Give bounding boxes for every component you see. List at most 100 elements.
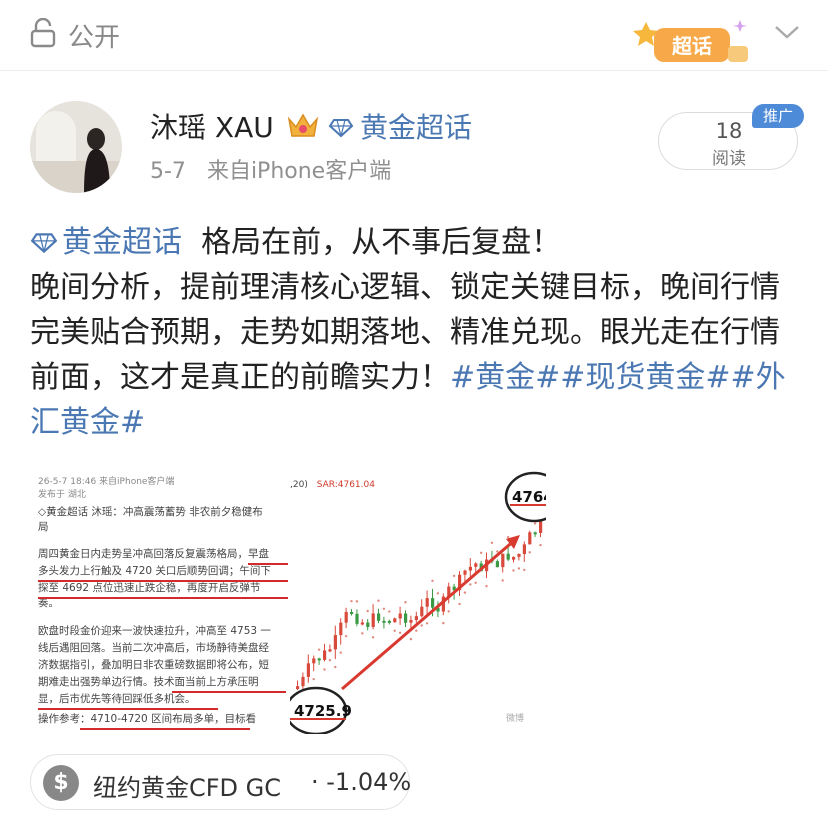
sar-dot [398, 631, 402, 635]
sar-dot [463, 591, 467, 594]
stock-name: 纽约黄金CFD GC [93, 774, 282, 802]
doc-line: 操作参考：4710-4720 区间布局多单，目标看 [38, 713, 257, 725]
sar-dot [415, 629, 418, 632]
sar-dot [485, 584, 488, 588]
username[interactable]: 沐瑶 XAU [150, 106, 274, 146]
candlestick-chart: 4764 4725.9 微博 [290, 471, 546, 734]
candle-body [512, 556, 516, 560]
doc-line: 线后遇阻回落。当前二次冲高后，市场静待美盘经 [38, 642, 269, 654]
candle-body [528, 532, 532, 545]
candle-body [539, 520, 543, 533]
candle-body [355, 613, 359, 624]
candle-body [420, 606, 424, 617]
sar-dot [490, 541, 494, 545]
doc-line: ◇黄金超话 沐瑶：冲高震荡蓄势 非农前夕稳健布 [38, 506, 263, 518]
sar-dot [334, 665, 337, 669]
sar-dot [496, 550, 499, 553]
sar-dot [312, 677, 315, 681]
header-topic-link[interactable]: 黄金超话 [360, 106, 472, 146]
candle-body [533, 532, 537, 535]
post-source: 来自iPhone客户端 [206, 159, 392, 184]
candle-body [425, 598, 429, 607]
diamond-icon [30, 233, 58, 254]
sar-dot [388, 610, 391, 613]
post-date: 5-7 [150, 159, 186, 184]
doc-line: 显，后市优先等待回踩低多机会。 [38, 693, 196, 705]
highlight-underline [38, 708, 218, 710]
candle-body [501, 553, 505, 568]
sar-dot [350, 599, 353, 603]
sar-dot [512, 569, 515, 572]
chevron-down-icon[interactable] [774, 22, 800, 42]
dollar-icon: $ [43, 765, 79, 801]
super-topic-badge-text: 超话 [671, 34, 712, 58]
sar-dot [436, 592, 440, 595]
candle-body [522, 544, 526, 554]
sar-dot [323, 668, 326, 671]
candle-body [404, 613, 408, 623]
doc-line: 多头发力上行触及 4720 关口后顺势回调；午间下 [38, 565, 271, 577]
highlight-underline [38, 580, 288, 582]
highlight-underline [248, 563, 288, 565]
post-image-document[interactable]: 26-5-7 18:46 来自iPhone客户端 发布于 湖北 ◇黄金超话 沐瑶… [30, 467, 290, 734]
candle-body [312, 658, 316, 664]
candle-body [431, 598, 435, 608]
candle-body [474, 563, 478, 567]
post-body: 黄金超话 格局在前，从不事后复盘！ 晚间分析，提前理清核心逻辑、锁定关键目标，晚… [30, 220, 805, 445]
sar-dot [431, 579, 434, 583]
candle-body [360, 622, 364, 625]
stock-change: · -1.04% [311, 768, 412, 796]
sar-dot [474, 581, 477, 584]
sar-dot [344, 634, 348, 638]
sar-dot [517, 567, 521, 570]
candle-body [323, 650, 327, 660]
lock-icon [30, 18, 56, 48]
candle-body [328, 649, 332, 652]
sar-dot [479, 551, 483, 554]
sar-dot [382, 607, 386, 611]
highlight-underline [172, 691, 286, 693]
sar-dot [371, 636, 375, 639]
body-topic-link[interactable]: 黄金超话 [62, 225, 182, 260]
sar-dot [447, 610, 450, 613]
sar-dot [339, 651, 342, 654]
candle-body [387, 620, 391, 623]
doc-line: 周四黄金日内走势呈冲高回落反复震荡格局，早盘 [38, 548, 269, 560]
doc-line: 局 [38, 521, 49, 533]
visibility-label[interactable]: 公开 [68, 17, 120, 54]
read-label: 阅读 [712, 149, 746, 169]
candle-body [463, 570, 467, 575]
doc-line: 欧盘时段金价迎来一波快速拉升，冲高至 4753 一 [38, 625, 271, 637]
candle-body [506, 553, 510, 560]
doc-location: 发布于 湖北 [38, 490, 86, 500]
post-image-chart[interactable]: ,20) SAR:4761.04 4764 4725.9 微博 [290, 467, 546, 734]
divider [0, 70, 828, 71]
candle-body [333, 635, 337, 650]
sar-dot [404, 601, 407, 604]
candle-body [350, 611, 354, 614]
candle-body [301, 676, 305, 687]
candle-body [339, 622, 343, 636]
post-meta: 5-7 来自iPhone客户端 [150, 153, 391, 185]
candle-body [393, 618, 397, 623]
doc-line: 探至 4692 点位迅速止跌企稳，再度开启反弹节 [38, 582, 261, 594]
sar-dot [393, 629, 396, 632]
sar-dot [377, 599, 380, 602]
top-bar: 公开 超话 [0, 0, 828, 70]
sar-dot [539, 543, 542, 547]
sar-dot [533, 522, 537, 525]
sar-dot [442, 621, 445, 625]
candle-body [377, 613, 381, 621]
candle-body [371, 613, 375, 627]
candle-body [344, 611, 348, 623]
candle-body [398, 613, 402, 619]
stock-quote-card[interactable]: $ 纽约黄金CFD GC · -1.04% [30, 754, 412, 810]
trend-arrow [341, 537, 517, 691]
candle-body [468, 566, 472, 571]
sar-dot [425, 622, 429, 625]
avatar[interactable] [30, 101, 122, 193]
candle-body [409, 620, 413, 623]
super-topic-badge[interactable]: 超话 [632, 16, 752, 68]
sar-dot [528, 551, 531, 554]
candle-body [414, 616, 418, 621]
